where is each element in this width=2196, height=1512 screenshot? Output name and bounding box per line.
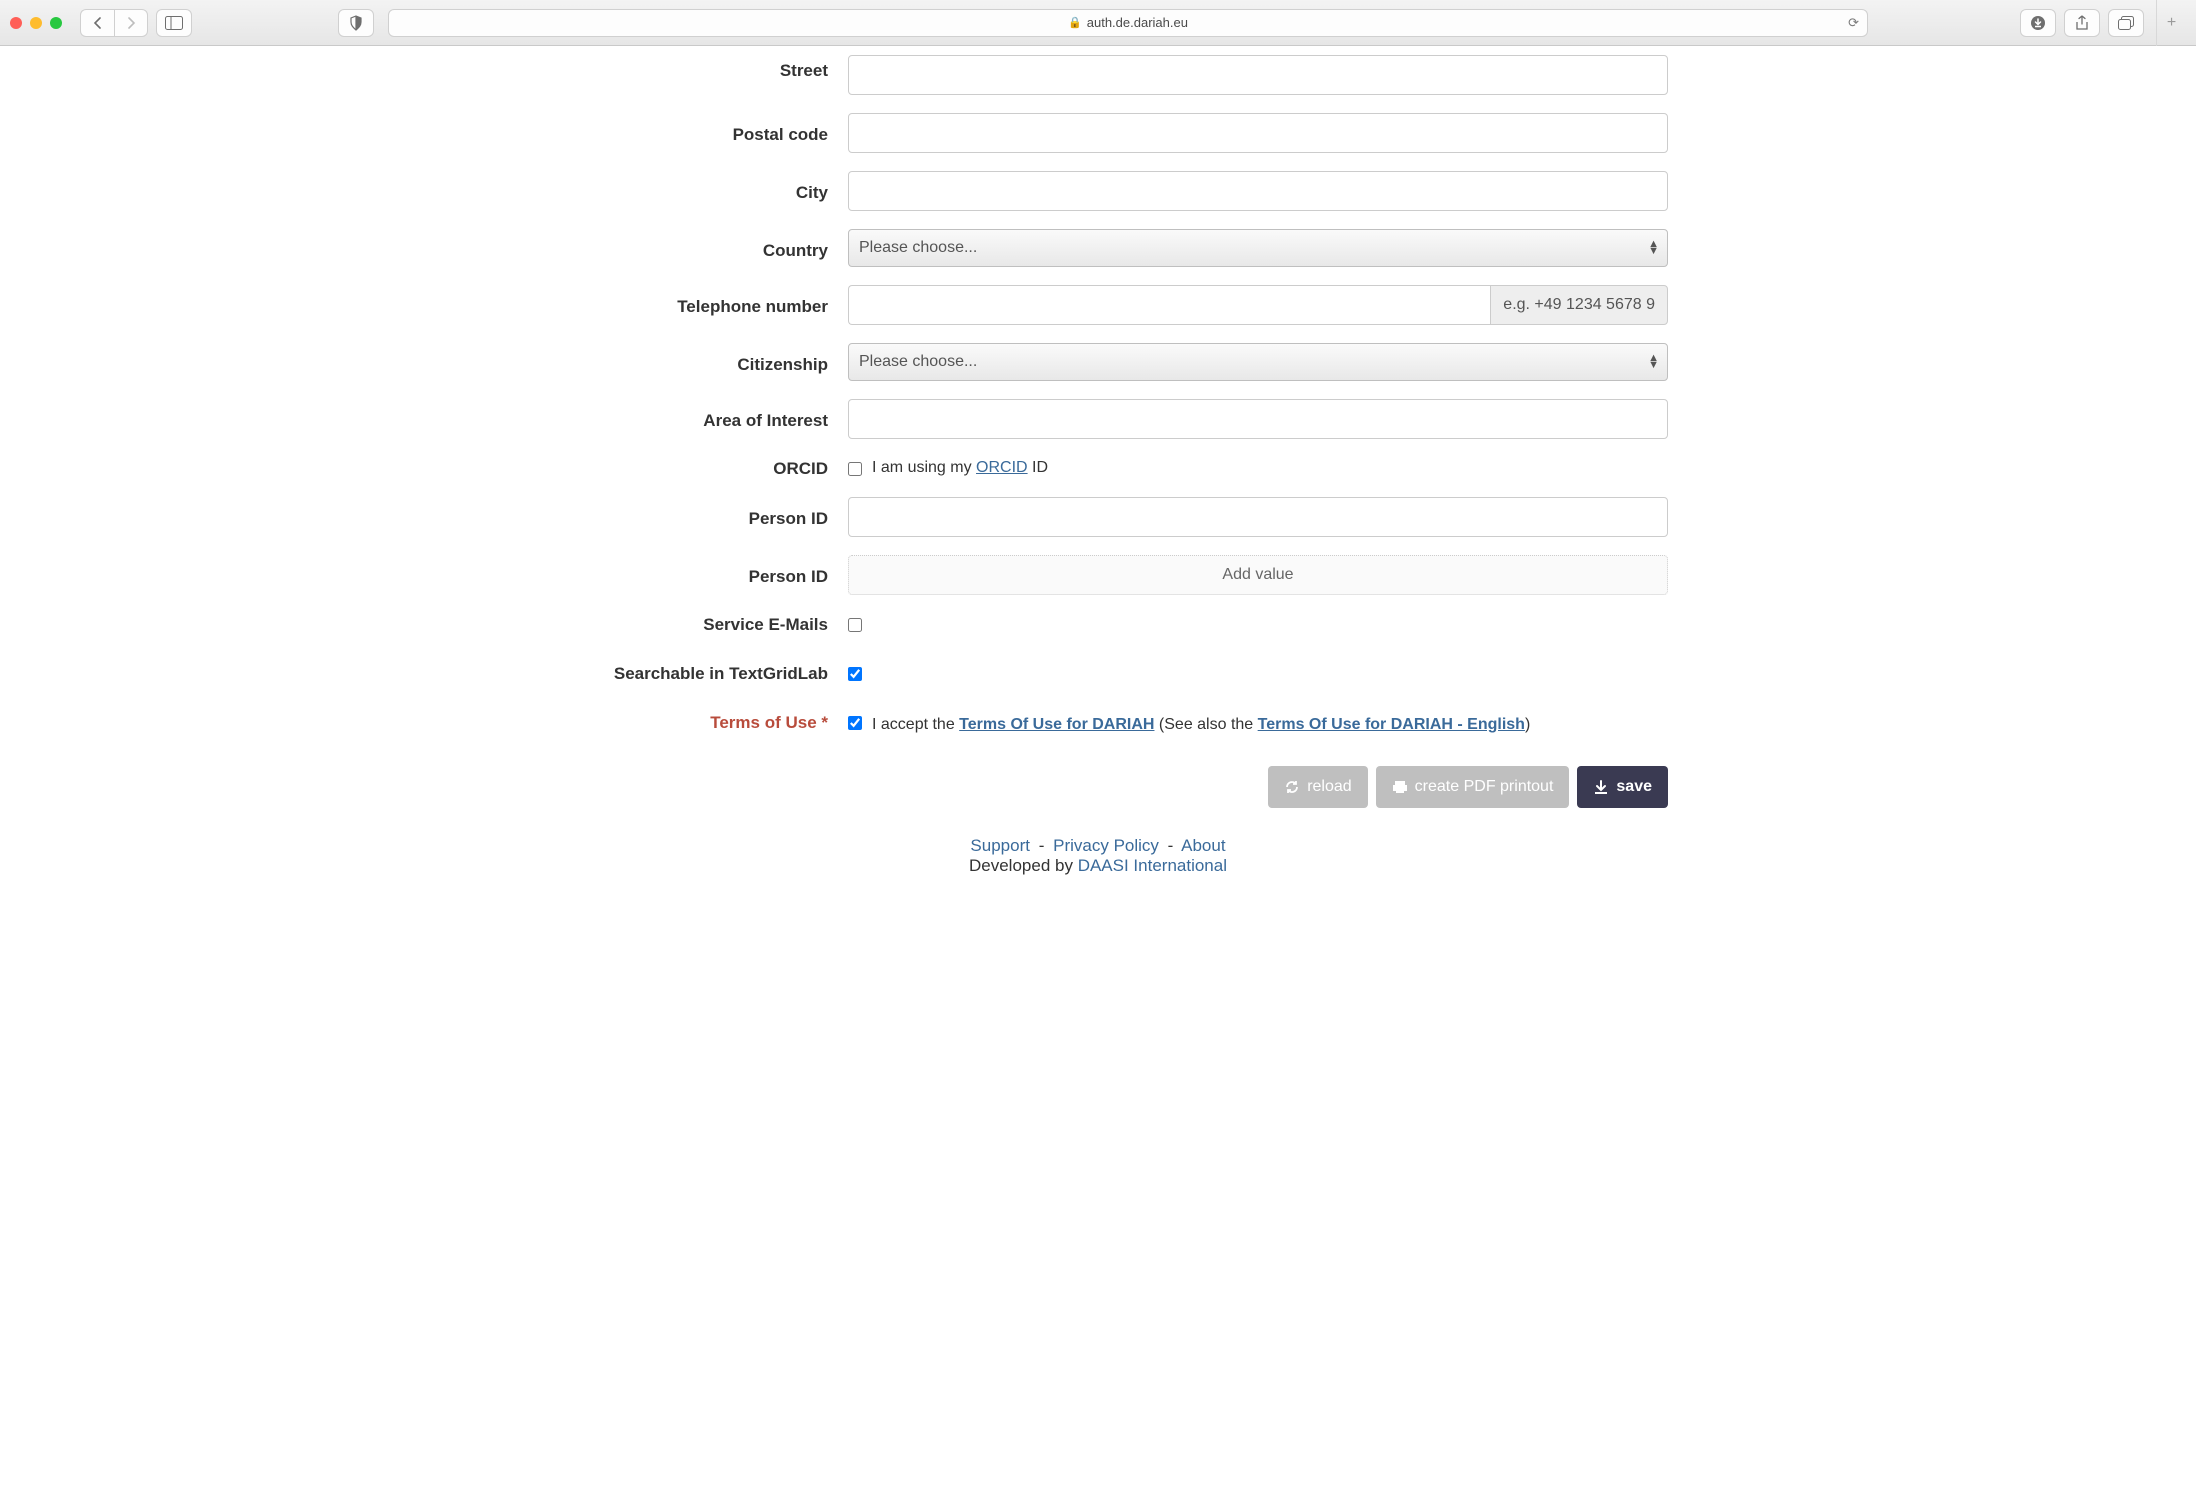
footer-support[interactable]: Support — [970, 836, 1030, 855]
chevron-updown-icon: ▲▼ — [1648, 241, 1659, 255]
chevron-updown-icon: ▲▼ — [1648, 355, 1659, 369]
city-input[interactable] — [848, 171, 1668, 211]
personid-input[interactable] — [848, 497, 1668, 537]
footer-privacy[interactable]: Privacy Policy — [1053, 836, 1159, 855]
service-emails-checkbox[interactable] — [848, 618, 862, 632]
orcid-checkbox[interactable] — [848, 462, 862, 476]
refresh-icon — [1284, 779, 1300, 795]
street-input[interactable] — [848, 55, 1668, 95]
citizenship-select[interactable]: Please choose... ▲▼ — [848, 343, 1668, 381]
label-service-emails: Service E-Mails — [528, 613, 848, 635]
label-searchable: Searchable in TextGridLab — [528, 662, 848, 684]
interest-input[interactable] — [848, 399, 1668, 439]
registration-form: Street Postal code City Country Please c… — [528, 46, 1668, 876]
url-text: auth.de.dariah.eu — [1087, 15, 1188, 30]
share-button[interactable] — [2064, 9, 2100, 37]
pdf-button[interactable]: create PDF printout — [1376, 766, 1570, 808]
terms-link-2[interactable]: Terms Of Use for DARIAH - English — [1258, 716, 1525, 733]
label-interest: Area of Interest — [528, 399, 848, 431]
label-personid-2: Person ID — [528, 555, 848, 587]
label-terms: Terms of Use * — [528, 711, 848, 733]
label-city: City — [528, 171, 848, 203]
country-placeholder: Please choose... — [859, 239, 977, 257]
citizenship-placeholder: Please choose... — [859, 353, 977, 371]
searchable-checkbox[interactable] — [848, 667, 862, 681]
terms-text: I accept the Terms Of Use for DARIAH (Se… — [872, 713, 1530, 737]
orcid-text: I am using my ORCID ID — [872, 459, 1048, 477]
phone-hint: e.g. +49 1234 5678 9 — [1490, 285, 1668, 325]
label-orcid: ORCID — [528, 457, 848, 479]
add-value-button[interactable]: Add value — [848, 555, 1668, 595]
downloads-button[interactable] — [2020, 9, 2056, 37]
address-bar[interactable]: 🔒 auth.de.dariah.eu ⟳ — [388, 9, 1868, 37]
back-button[interactable] — [80, 9, 114, 37]
terms-checkbox[interactable] — [848, 716, 862, 730]
new-tab-button[interactable]: + — [2156, 0, 2186, 46]
maximize-icon[interactable] — [50, 17, 62, 29]
minimize-icon[interactable] — [30, 17, 42, 29]
sidebar-button[interactable] — [156, 9, 192, 37]
button-row: reload create PDF printout save — [528, 746, 1668, 808]
label-street: Street — [528, 55, 848, 81]
footer: Support - Privacy Policy - About Develop… — [528, 836, 1668, 876]
label-country: Country — [528, 229, 848, 261]
label-phone: Telephone number — [528, 285, 848, 317]
label-postal: Postal code — [528, 113, 848, 145]
browser-toolbar: 🔒 auth.de.dariah.eu ⟳ + — [0, 0, 2196, 46]
forward-button[interactable] — [114, 9, 148, 37]
privacy-button[interactable] — [338, 9, 374, 37]
window-controls — [10, 17, 62, 29]
postal-input[interactable] — [848, 113, 1668, 153]
label-personid: Person ID — [528, 497, 848, 529]
country-select[interactable]: Please choose... ▲▼ — [848, 229, 1668, 267]
footer-daasi[interactable]: DAASI International — [1078, 856, 1227, 875]
download-icon — [1593, 779, 1609, 795]
orcid-link[interactable]: ORCID — [976, 459, 1028, 476]
label-citizenship: Citizenship — [528, 343, 848, 375]
close-icon[interactable] — [10, 17, 22, 29]
phone-input[interactable] — [848, 285, 1490, 325]
tabs-button[interactable] — [2108, 9, 2144, 37]
terms-link-1[interactable]: Terms Of Use for DARIAH — [959, 716, 1154, 733]
footer-about[interactable]: About — [1181, 836, 1225, 855]
reload-icon[interactable]: ⟳ — [1848, 15, 1859, 31]
save-button[interactable]: save — [1577, 766, 1668, 808]
nav-buttons — [80, 9, 148, 37]
lock-icon: 🔒 — [1068, 16, 1082, 29]
reload-button[interactable]: reload — [1268, 766, 1367, 808]
print-icon — [1392, 779, 1408, 795]
